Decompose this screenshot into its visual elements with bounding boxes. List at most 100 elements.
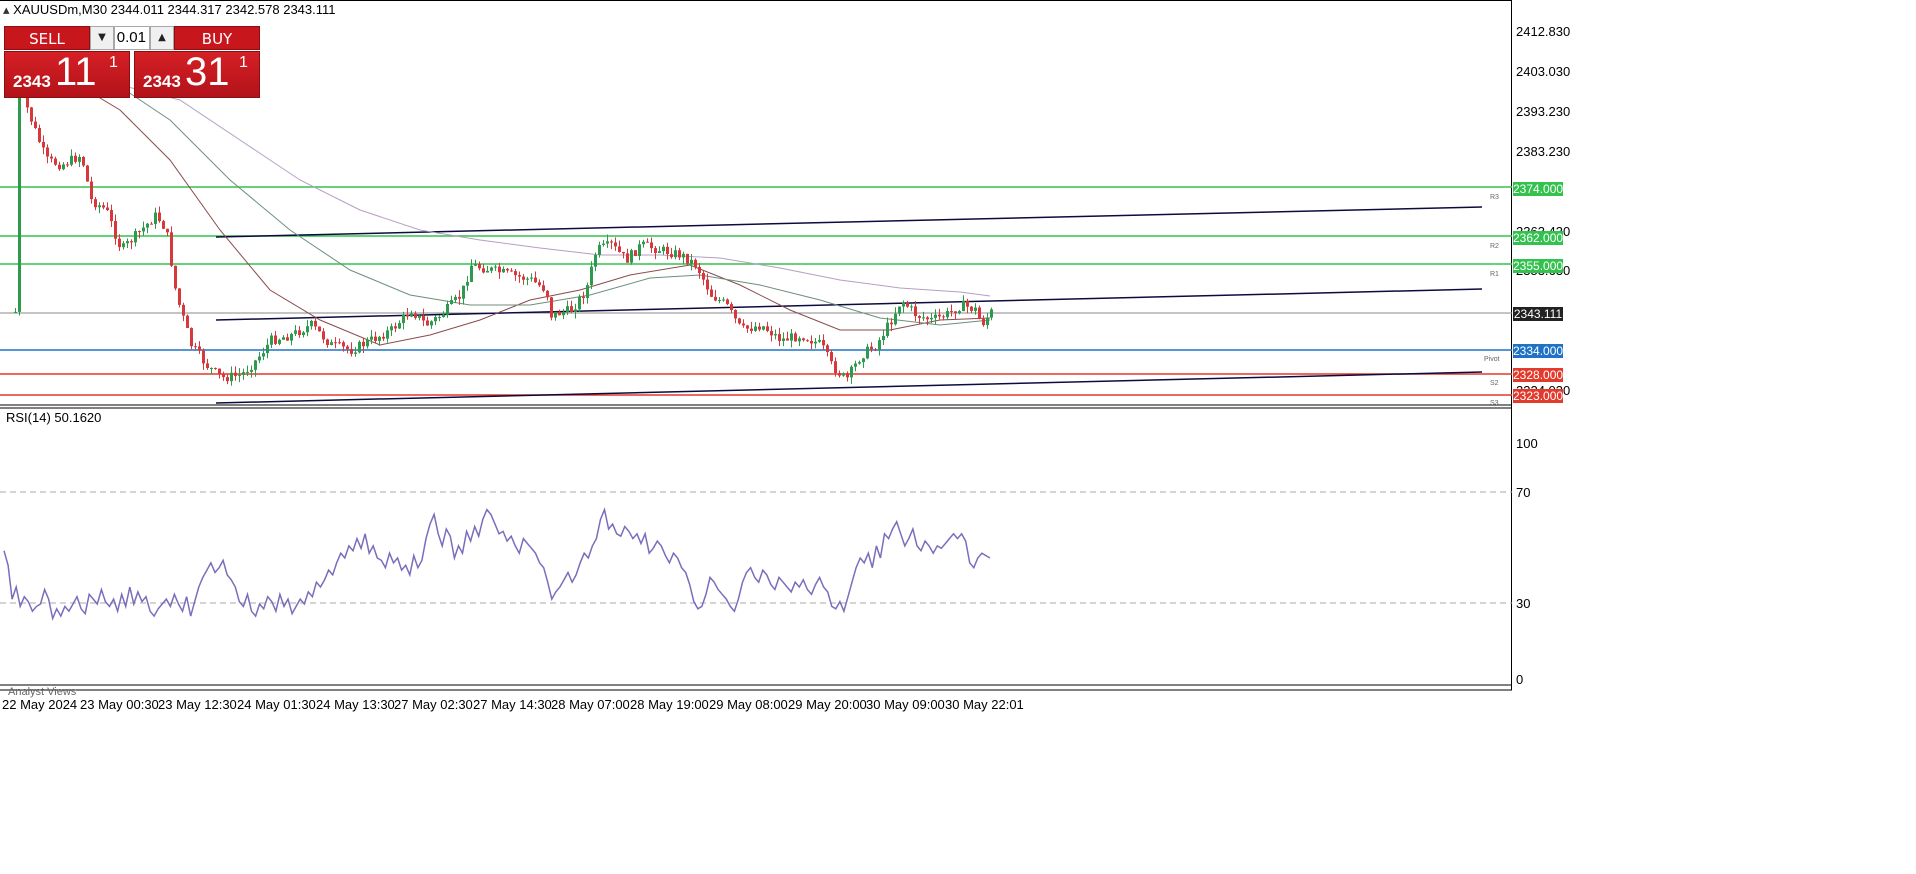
candle-body <box>46 147 49 157</box>
candle-body <box>966 300 969 307</box>
candle-body <box>802 338 805 341</box>
volume-input[interactable]: 0.01 <box>114 26 150 50</box>
candle-body <box>378 336 381 341</box>
candle-body <box>130 241 133 243</box>
candle-body <box>902 302 905 307</box>
pivot-label-pivot: Pivot <box>1484 356 1500 363</box>
rsi-title: RSI(14) 50.1620 <box>6 410 102 425</box>
candle-body <box>58 164 61 170</box>
channel-upper <box>215 206 1483 238</box>
candle-body <box>258 356 261 361</box>
candlesticks <box>14 76 993 386</box>
horizontal-level-lines[interactable] <box>0 186 1512 396</box>
candle-body <box>782 338 785 342</box>
candle-body <box>362 341 365 347</box>
candle-body <box>730 304 733 311</box>
candle-body <box>526 278 529 280</box>
candle-body <box>410 313 413 317</box>
sell-button[interactable]: SELL <box>4 26 90 50</box>
price-axis-label: 2383.230 <box>1516 144 1571 159</box>
candle-body <box>890 322 893 325</box>
candle-body <box>682 253 685 258</box>
candle-body <box>570 306 573 313</box>
buy-price-box[interactable]: 2343 31 1 <box>134 50 260 98</box>
candle-body <box>146 223 149 228</box>
candle-body <box>766 326 769 331</box>
level-tag-s3[interactable]: 2323.000 <box>1513 389 1563 403</box>
candle-body <box>886 322 889 336</box>
level-tag-s2[interactable]: 2328.000 <box>1513 368 1563 382</box>
candle-body <box>674 250 677 258</box>
candle-body <box>718 300 721 302</box>
sell-price-box[interactable]: 2343 11 1 <box>4 50 130 98</box>
candle-body <box>910 306 913 308</box>
one-click-trading-panel: SELL ▼ 0.01 ▲ BUY 2343 11 1 2343 31 1 <box>4 26 260 98</box>
candle-body <box>506 268 509 271</box>
candle-body <box>574 309 577 313</box>
candle-body <box>806 340 809 342</box>
candle-body <box>294 330 297 334</box>
volume-increase-button[interactable]: ▲ <box>150 26 174 50</box>
candle-body <box>626 253 629 263</box>
candle-body <box>706 279 709 290</box>
candle-body <box>798 338 801 342</box>
chart-canvas[interactable] <box>0 0 1916 874</box>
candle-body <box>342 342 345 347</box>
candle-body <box>78 157 81 162</box>
sell-price-small: 2343 <box>13 72 51 91</box>
candle-body <box>454 296 457 301</box>
chart-frame <box>0 0 1512 691</box>
date-axis-label: 29 May 20:00 <box>788 697 867 712</box>
candle-body <box>982 318 985 326</box>
date-axis-label: 22 May 2024 <box>2 697 78 712</box>
candle-body <box>482 268 485 273</box>
candle-body <box>894 313 897 325</box>
candle-body <box>522 276 525 280</box>
candle-body <box>942 316 945 318</box>
candle-body <box>690 259 693 264</box>
candle-body <box>534 277 537 283</box>
date-axis-label: 29 May 08:00 <box>709 697 788 712</box>
candle-body <box>310 320 313 327</box>
candle-body <box>370 336 373 340</box>
candle-body <box>382 336 385 339</box>
candle-body <box>202 350 205 364</box>
level-tag-r3[interactable]: 2374.000 <box>1513 182 1563 196</box>
candle-body <box>826 345 829 353</box>
date-axis-label: 28 May 19:00 <box>630 697 709 712</box>
candle-body <box>558 311 561 316</box>
candle-body <box>98 205 101 208</box>
candle-body <box>270 335 273 345</box>
candle-body <box>642 241 645 245</box>
candle-body <box>38 128 41 142</box>
sell-price-sup: 1 <box>109 54 118 71</box>
buy-button[interactable]: BUY <box>174 26 260 50</box>
candle-body <box>178 288 181 305</box>
candle-body <box>698 266 701 274</box>
candle-body <box>42 141 45 148</box>
candle-body <box>102 205 105 208</box>
candle-body <box>154 212 157 224</box>
candle-body <box>470 265 473 282</box>
candle-body <box>562 311 565 316</box>
level-tag-r1[interactable]: 2355.000 <box>1513 259 1563 273</box>
candle-body <box>834 361 837 374</box>
candle-body <box>354 352 357 354</box>
candle-body <box>94 199 97 208</box>
level-tag-r2[interactable]: 2362.000 <box>1513 231 1563 245</box>
candle-body <box>386 330 389 339</box>
candle-body <box>50 156 53 159</box>
candle-body <box>422 315 425 321</box>
buy-price-sup: 1 <box>239 54 248 71</box>
moving-averages <box>69 79 991 346</box>
candle-body <box>498 266 501 273</box>
candle-body <box>846 373 849 378</box>
candle-body <box>158 212 161 222</box>
volume-decrease-button[interactable]: ▼ <box>90 26 114 50</box>
candle-body <box>530 277 533 279</box>
candle-body <box>266 344 269 354</box>
level-tag-pivot[interactable]: 2334.000 <box>1513 344 1563 358</box>
candle-body <box>302 332 305 336</box>
candle-body <box>610 241 613 243</box>
candle-body <box>738 318 741 324</box>
